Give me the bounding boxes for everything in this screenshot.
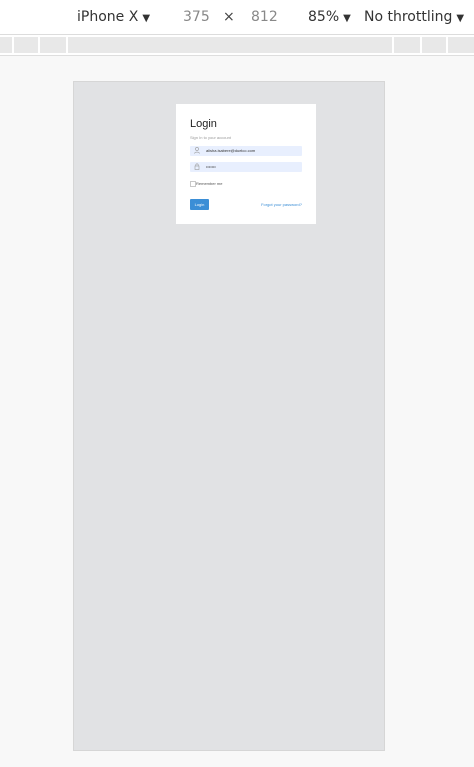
- user-icon: [193, 147, 201, 155]
- password-value: •••••••: [206, 164, 216, 169]
- remember-label: Remember me: [196, 181, 223, 186]
- login-title: Login: [190, 118, 217, 130]
- login-button[interactable]: Login: [190, 199, 209, 210]
- media-query-segment[interactable]: [394, 37, 422, 53]
- password-field[interactable]: •••••••: [190, 162, 302, 172]
- dimension-separator: ×: [223, 9, 235, 25]
- viewport-height-input[interactable]: 812: [251, 9, 278, 25]
- device-viewport: Login Sign In to your account alisha.isa…: [73, 81, 385, 751]
- login-subtitle: Sign In to your account: [190, 135, 231, 140]
- zoom-select[interactable]: 85% ▼: [308, 9, 351, 25]
- chevron-down-icon: ▼: [142, 13, 151, 24]
- media-query-segment[interactable]: [14, 37, 40, 53]
- throttling-select[interactable]: No throttling ▼: [364, 9, 464, 25]
- media-query-segment[interactable]: [448, 37, 474, 53]
- media-query-segment[interactable]: [422, 37, 448, 53]
- device-name: iPhone X: [77, 9, 139, 25]
- device-toolbar: iPhone X ▼ 375 × 812 85% ▼ No throttling ▼: [0, 0, 474, 35]
- forgot-password-link[interactable]: Forgot your password?: [261, 202, 302, 207]
- chevron-down-icon: ▼: [343, 13, 351, 24]
- email-value: alisha.isabere@duelco.com: [206, 148, 256, 153]
- media-query-segment[interactable]: [68, 37, 394, 53]
- media-query-segment[interactable]: [40, 37, 68, 53]
- device-select[interactable]: iPhone X ▼: [77, 9, 150, 25]
- viewport-width-input[interactable]: 375: [183, 9, 210, 25]
- throttling-value: No throttling: [364, 9, 453, 25]
- login-card: Login Sign In to your account alisha.isa…: [176, 104, 316, 224]
- chevron-down-icon: ▼: [456, 13, 465, 24]
- lock-icon: [193, 163, 201, 171]
- media-query-segment[interactable]: [0, 37, 14, 53]
- zoom-value: 85%: [308, 9, 340, 25]
- media-query-bar: [0, 35, 474, 56]
- email-field[interactable]: alisha.isabere@duelco.com: [190, 146, 302, 156]
